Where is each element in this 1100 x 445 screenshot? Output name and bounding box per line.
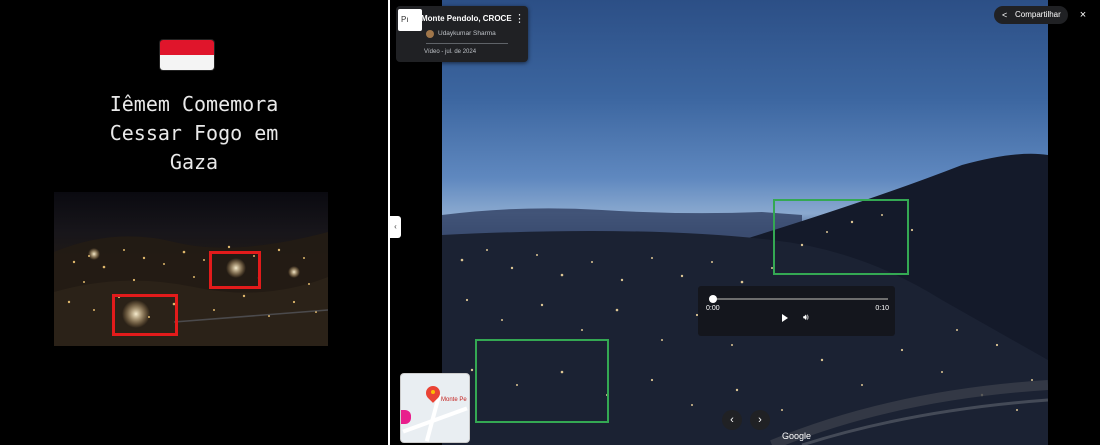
left-panel: Iêmem Comemora Cessar Fogo em Gaza <box>0 0 388 445</box>
google-logo: Google <box>782 431 812 441</box>
video-date: Vídeo - jul. de 2024 <box>424 49 477 55</box>
place-info-card: Pı Monte Pendolo, CROCE ⋮ Udaykumar Shar… <box>396 6 528 62</box>
volume-icon[interactable]: 🔊︎ <box>803 312 809 322</box>
street-view-image[interactable]: 0:00 0:10 🔊︎ ‹ › Google <box>442 0 1048 445</box>
play-icon[interactable] <box>782 314 788 322</box>
share-button[interactable]: < Compartilhar <box>994 6 1068 24</box>
highlight-box <box>773 199 909 275</box>
collapse-panel-button[interactable]: ‹ <box>390 216 401 238</box>
highlight-box <box>112 294 178 336</box>
headline-line: Cessar Fogo em <box>109 121 279 145</box>
avatar[interactable] <box>426 30 434 38</box>
headline: Iêmem Comemora Cessar Fogo em Gaza <box>0 90 388 177</box>
night-city-photo <box>54 192 328 346</box>
headline-line: Iêmem Comemora <box>109 92 279 116</box>
yemen-flag-icon <box>160 40 214 70</box>
divider <box>426 43 508 44</box>
highlight-box <box>209 251 261 289</box>
photo-chip[interactable]: Pı <box>398 9 422 31</box>
video-controls: 0:00 0:10 🔊︎ <box>698 286 895 336</box>
pegman-icon[interactable] <box>401 410 411 424</box>
headline-line: Gaza <box>169 150 219 174</box>
nav-prev-button[interactable]: ‹ <box>722 410 742 430</box>
nav-next-button[interactable]: › <box>750 410 770 430</box>
progress-handle[interactable] <box>709 295 717 303</box>
progress-bar[interactable] <box>712 298 888 300</box>
author-name[interactable]: Udaykumar Sharma <box>438 30 496 37</box>
highlight-box <box>475 339 609 423</box>
more-options-icon[interactable]: ⋮ <box>514 14 525 25</box>
share-label: Compartilhar <box>1015 10 1061 19</box>
place-title[interactable]: Monte Pendolo, CROCE <box>421 14 512 23</box>
total-time: 0:10 <box>875 305 889 312</box>
map-place-label: Monte Pe <box>441 397 467 403</box>
share-icon: < <box>1002 10 1008 20</box>
close-button[interactable]: × <box>1076 8 1090 22</box>
city-lights-graphic <box>54 232 328 346</box>
street-view-panel: 0:00 0:10 🔊︎ ‹ › Google Pı Monte Pendolo… <box>390 0 1100 445</box>
current-time: 0:00 <box>706 305 720 312</box>
minimap[interactable]: Monte Pe <box>401 374 469 442</box>
